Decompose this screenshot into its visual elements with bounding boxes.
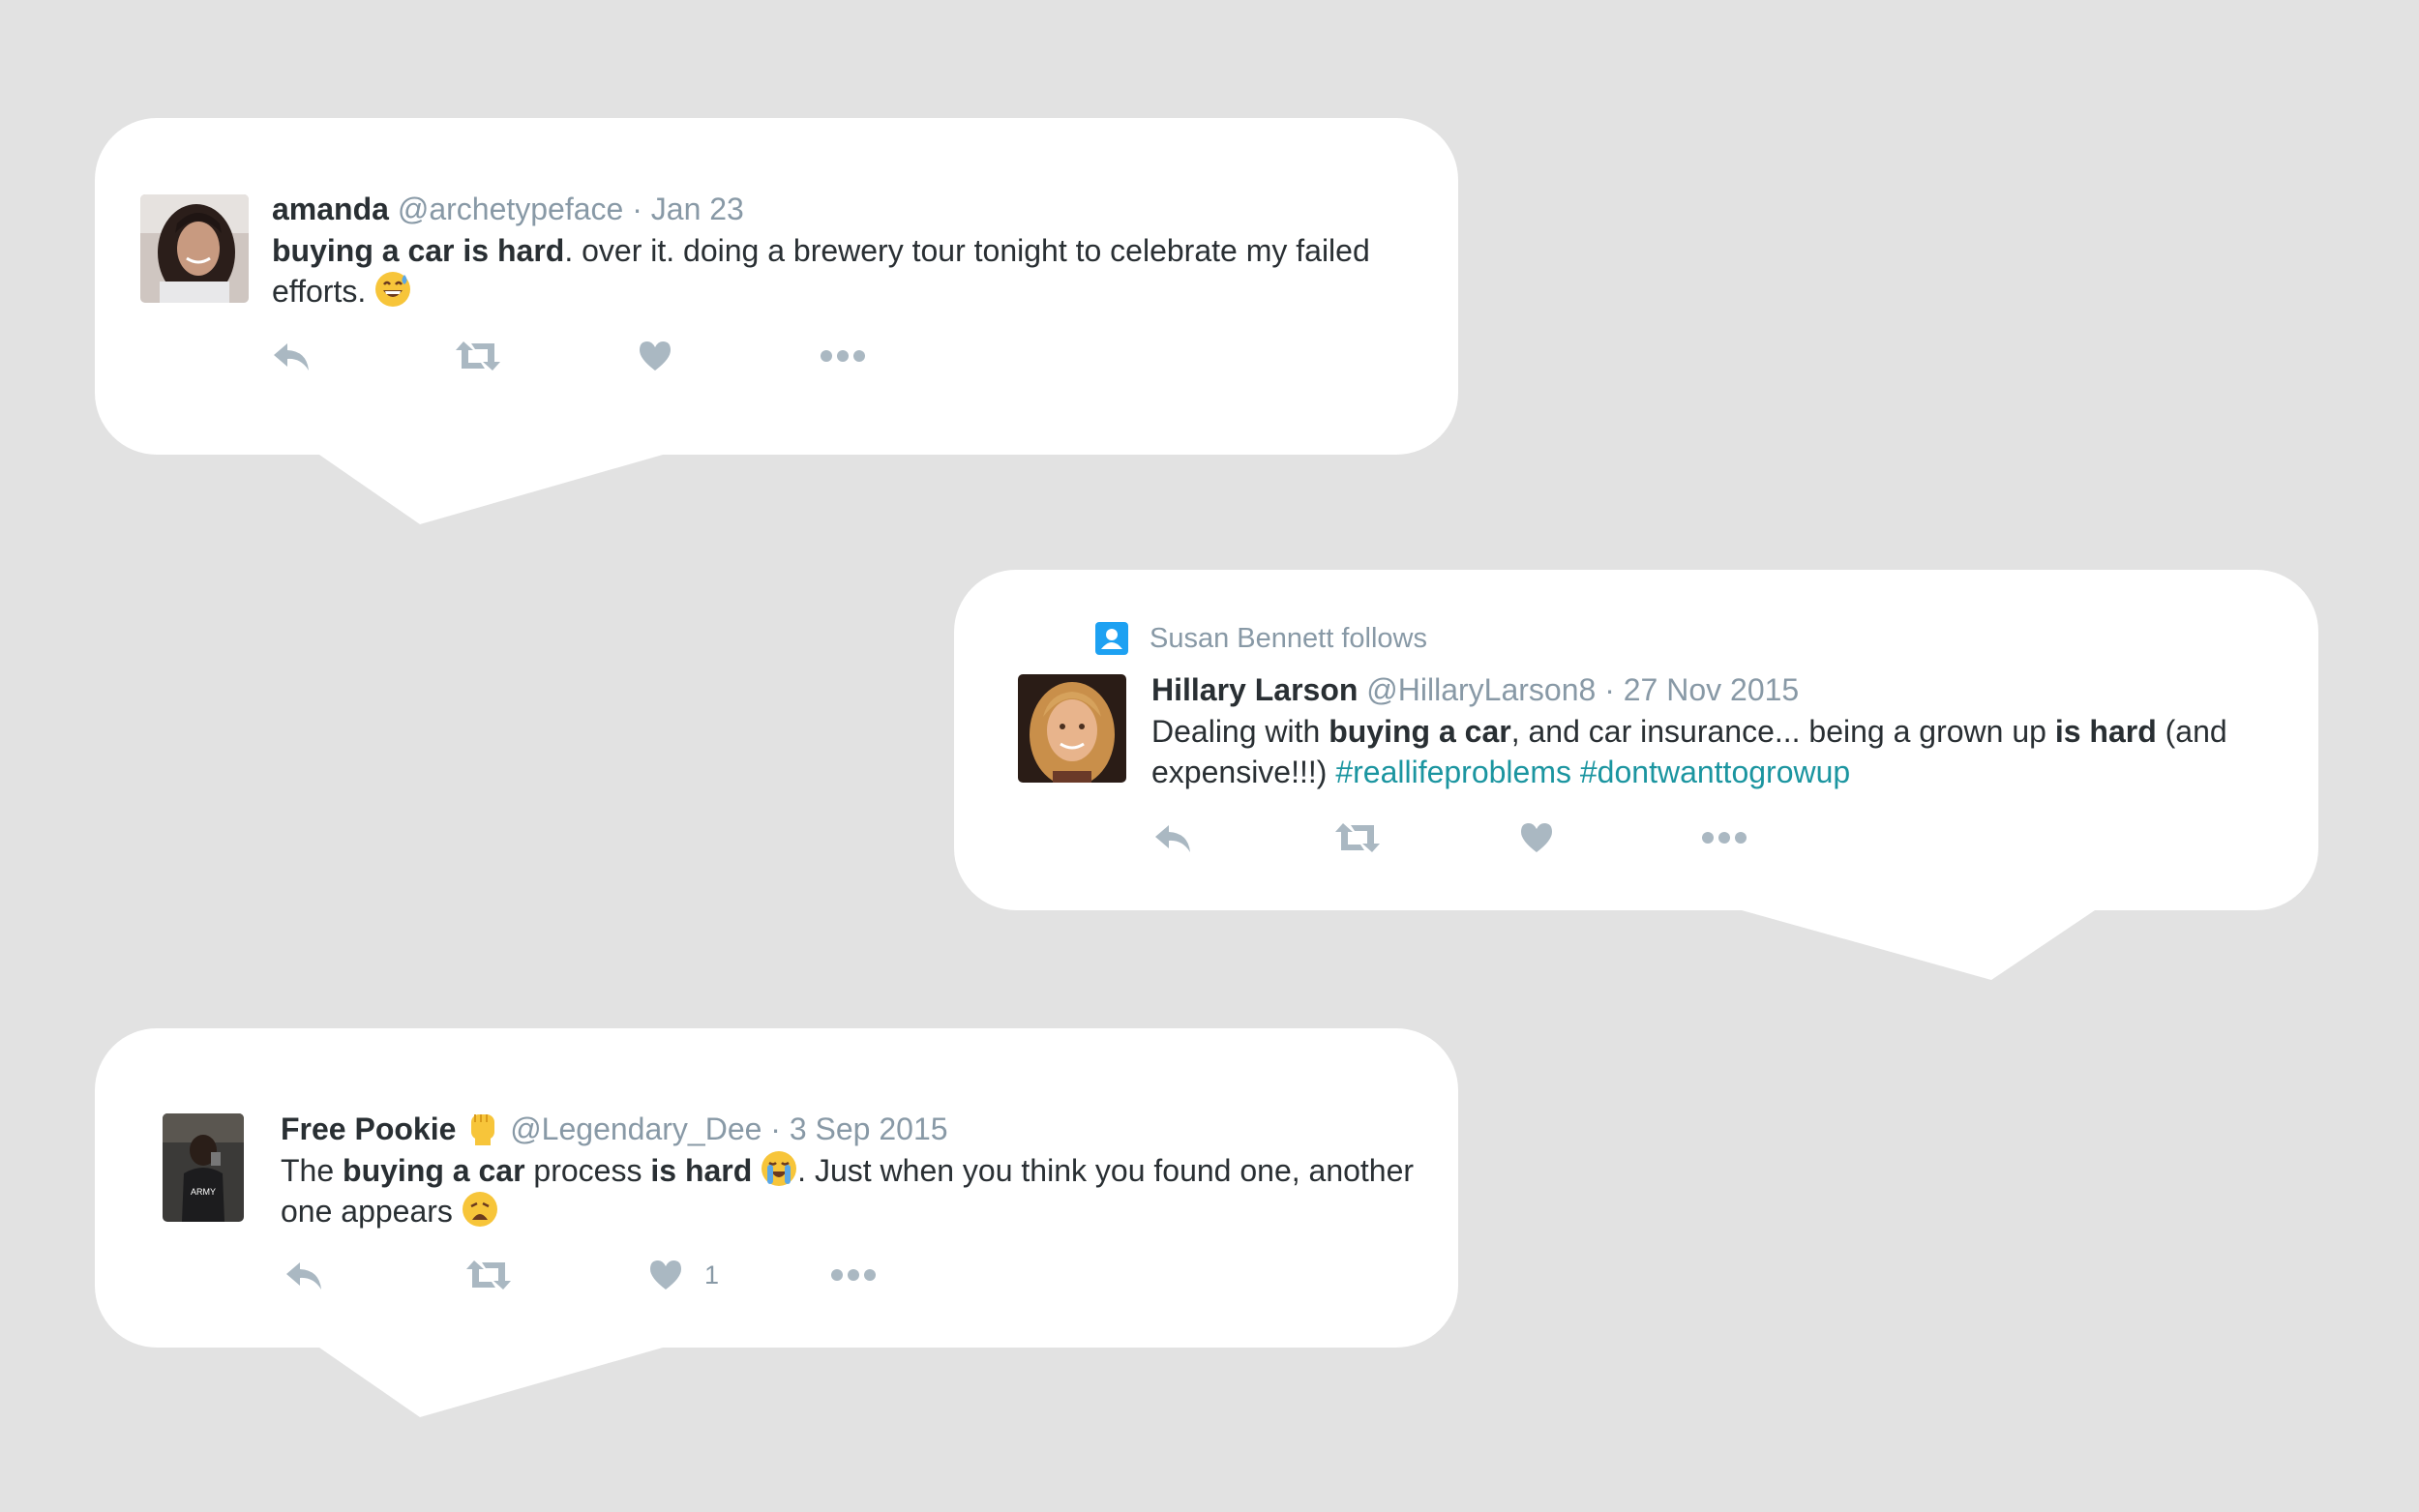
tweet-3[interactable]: ARMY Free Pookie @Legendary_Dee · 3 Sep … — [163, 1109, 1420, 1302]
text-bold: is hard — [2054, 714, 2157, 749]
avatar-hillary-larson[interactable] — [1018, 674, 1126, 783]
display-name[interactable]: amanda — [272, 192, 389, 226]
like-count: 1 — [704, 1260, 720, 1290]
display-name[interactable]: Free Pookie — [281, 1112, 456, 1146]
display-name[interactable]: Hillary Larson — [1151, 672, 1358, 707]
svg-text:ARMY: ARMY — [191, 1187, 216, 1197]
tweet-actions-1 — [272, 337, 1046, 375]
tweet-text-3: The buying a car process is hard . Just … — [281, 1150, 1422, 1231]
reply-button[interactable] — [284, 1256, 323, 1294]
timestamp[interactable]: 3 Sep 2015 — [790, 1112, 948, 1146]
text-bold: is hard — [650, 1153, 753, 1188]
tweet-actions-2 — [1153, 818, 1927, 857]
retweet-icon — [456, 341, 500, 371]
like-button[interactable]: 1 — [648, 1256, 719, 1294]
handle[interactable]: @Legendary_Dee — [510, 1112, 762, 1146]
tweet-header-3: Free Pookie @Legendary_Dee · 3 Sep 2015 — [281, 1109, 1422, 1148]
follow-context-icon — [1095, 622, 1128, 655]
tweet-text-1: buying a car is hard. over it. doing a b… — [272, 230, 1414, 311]
reply-button[interactable] — [1153, 818, 1192, 857]
grinning-sweat-emoji — [374, 271, 411, 308]
text-plain: , and car insurance... being a grown up — [1510, 714, 2055, 749]
retweet-button[interactable] — [466, 1256, 511, 1294]
social-context-text: Susan Bennett follows — [1150, 623, 1427, 654]
reply-icon — [1155, 825, 1190, 852]
hashtag-link[interactable]: #dontwanttogrowup — [1580, 755, 1850, 789]
text-plain — [1571, 755, 1580, 789]
dot-separator: · — [623, 192, 651, 226]
retweet-button[interactable] — [1335, 818, 1380, 857]
timestamp[interactable]: 27 Nov 2015 — [1624, 672, 1799, 707]
more-button[interactable] — [830, 1256, 877, 1294]
like-button[interactable] — [1519, 818, 1554, 857]
dot-separator: · — [762, 1112, 790, 1146]
text-bold: buying a car — [343, 1153, 525, 1188]
avatar-amanda[interactable] — [140, 194, 249, 303]
tweet-header-1: amanda @archetypeface · Jan 23 — [272, 190, 1414, 228]
more-button[interactable] — [1701, 818, 1747, 857]
social-context[interactable]: Susan Bennett follows — [1095, 621, 1427, 656]
more-icon — [1702, 832, 1747, 844]
tweet-text-2: Dealing with buying a car, and car insur… — [1151, 711, 2303, 792]
text-bold: buying a car — [1329, 714, 1511, 749]
text-plain: Dealing with — [1151, 714, 1329, 749]
like-icon — [640, 341, 671, 371]
more-icon — [821, 350, 865, 362]
raised-fist-emoji — [464, 1109, 501, 1145]
hashtag-link[interactable]: #reallifeproblems — [1335, 755, 1571, 789]
text-bold: buying a car is hard — [272, 233, 565, 268]
retweet-icon — [466, 1260, 511, 1290]
speech-bubble-tail-1 — [319, 455, 663, 524]
text-plain: The — [281, 1153, 343, 1188]
like-button[interactable] — [638, 337, 672, 375]
handle[interactable]: @HillaryLarson8 — [1366, 672, 1596, 707]
tweet-actions-3: 1 — [284, 1256, 1059, 1294]
speech-bubble-tail-2 — [1742, 910, 2095, 980]
reply-icon — [286, 1262, 321, 1290]
retweet-icon — [1335, 823, 1380, 852]
dot-separator: · — [1596, 672, 1624, 707]
loudly-crying-emoji — [761, 1150, 797, 1187]
avatar-free-pookie[interactable]: ARMY — [163, 1113, 244, 1222]
reply-button[interactable] — [272, 337, 311, 375]
tweet-content-2: Hillary Larson @HillaryLarson8 · 27 Nov … — [1151, 670, 2303, 792]
tweet-2[interactable]: Susan Bennett follows Hillary Larson @Hi… — [1018, 619, 2295, 871]
text-plain — [752, 1153, 761, 1188]
tweet-header-2: Hillary Larson @HillaryLarson8 · 27 Nov … — [1151, 670, 2303, 709]
weary-face-emoji — [462, 1191, 498, 1228]
reply-icon — [274, 343, 309, 371]
retweet-button[interactable] — [456, 337, 500, 375]
more-button[interactable] — [820, 337, 866, 375]
tweet-content-1: amanda @archetypeface · Jan 23 buying a … — [272, 190, 1414, 311]
handle[interactable]: @archetypeface — [398, 192, 624, 226]
more-icon — [831, 1269, 876, 1281]
timestamp[interactable]: Jan 23 — [651, 192, 744, 226]
speech-bubble-tail-3 — [319, 1348, 663, 1417]
like-icon — [1521, 823, 1552, 852]
tweet-content-3: Free Pookie @Legendary_Dee · 3 Sep 2015 … — [281, 1109, 1422, 1231]
text-plain: process — [524, 1153, 651, 1188]
like-icon — [650, 1260, 681, 1290]
tweet-1[interactable]: amanda @archetypeface · Jan 23 buying a … — [140, 190, 1418, 393]
